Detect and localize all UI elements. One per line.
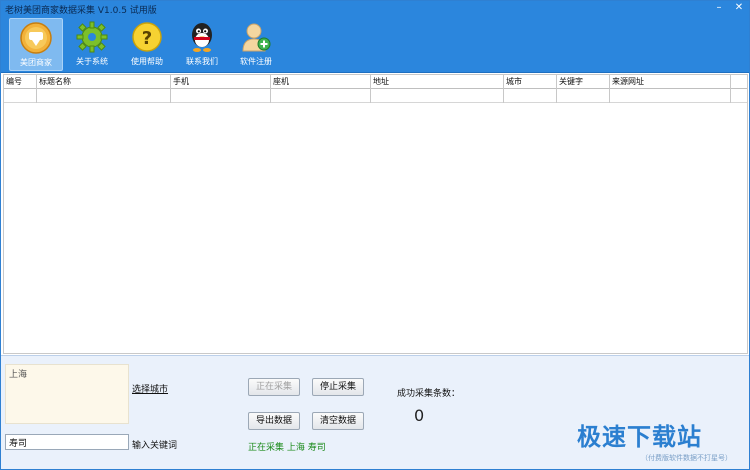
column-header[interactable]: 编号 xyxy=(4,75,37,89)
column-header[interactable]: 标题名称 xyxy=(37,75,171,89)
column-header[interactable]: 城市 xyxy=(504,75,557,89)
watermark-subtext: （付费版软件数据不打星号） xyxy=(641,454,732,462)
app-window: 老树美团商家数据采集 V1.0.5 试用版 – ✕ 美团商家 关于系统 ? 使用… xyxy=(0,0,750,470)
qq-penguin-icon xyxy=(192,23,212,52)
toolbar-help[interactable]: ? 使用帮助 xyxy=(120,18,174,71)
toolbar-meituan-store[interactable]: 美团商家 xyxy=(9,18,63,71)
toolbar-label: 联系我们 xyxy=(186,57,218,66)
table-cell xyxy=(557,89,610,103)
toolbar-label: 美团商家 xyxy=(20,58,52,67)
table-cell xyxy=(504,89,557,103)
toolbar-contact-us[interactable]: 联系我们 xyxy=(175,18,229,71)
main-toolbar: 美团商家 关于系统 ? 使用帮助 联系我们 软件注册 xyxy=(1,17,749,73)
watermark-brand: 极速下载站 xyxy=(577,423,702,451)
table-cell xyxy=(37,89,171,103)
table-cell xyxy=(4,89,37,103)
collect-status-text: 正在采集 上海 寿司 xyxy=(248,443,326,453)
toolbar-label: 关于系统 xyxy=(76,57,108,66)
window-controls: – ✕ xyxy=(713,2,745,14)
table-row[interactable] xyxy=(4,89,747,103)
meituan-store-icon xyxy=(20,22,52,54)
results-table[interactable]: 编号 标题名称 手机 座机 地址 城市 关键字 来源网址 xyxy=(3,74,748,354)
minimize-button[interactable]: – xyxy=(713,2,725,14)
table-cell xyxy=(271,89,371,103)
gear-icon xyxy=(76,21,108,53)
success-count-label: 成功采集条数： xyxy=(397,389,461,399)
window-title: 老树美团商家数据采集 V1.0.5 试用版 xyxy=(5,6,157,16)
close-button[interactable]: ✕ xyxy=(733,2,745,14)
help-icon: ? xyxy=(132,22,162,52)
toolbar-about-system[interactable]: 关于系统 xyxy=(65,18,119,71)
toolbar-register[interactable]: 软件注册 xyxy=(229,18,283,71)
keyword-input[interactable] xyxy=(5,434,129,450)
column-header[interactable]: 地址 xyxy=(371,75,504,89)
table-cell xyxy=(371,89,504,103)
toolbar-label: 软件注册 xyxy=(240,57,272,66)
table-cell xyxy=(610,89,731,103)
column-header[interactable]: 来源网址 xyxy=(610,75,731,89)
toolbar-label: 使用帮助 xyxy=(131,57,163,66)
title-bar: 老树美团商家数据采集 V1.0.5 试用版 – ✕ xyxy=(1,1,749,17)
select-city-link[interactable]: 选择城市 xyxy=(132,382,168,395)
table-header: 编号 标题名称 手机 座机 地址 城市 关键字 来源网址 xyxy=(4,75,747,89)
export-data-button[interactable]: 导出数据 xyxy=(248,412,300,430)
start-collect-button[interactable]: 正在采集 xyxy=(248,378,300,396)
stop-collect-button[interactable]: 停止采集 xyxy=(312,378,364,396)
table-cell xyxy=(171,89,271,103)
svg-text:?: ? xyxy=(142,28,152,49)
user-register-icon xyxy=(242,23,271,52)
success-count-value: 0 xyxy=(414,406,425,425)
clear-data-button[interactable]: 清空数据 xyxy=(312,412,364,430)
city-list[interactable]: 上海 xyxy=(5,364,129,424)
column-header[interactable]: 手机 xyxy=(171,75,271,89)
column-header[interactable]: 关键字 xyxy=(557,75,610,89)
column-header[interactable]: 座机 xyxy=(271,75,371,89)
keyword-label: 输入关键词 xyxy=(132,441,178,451)
